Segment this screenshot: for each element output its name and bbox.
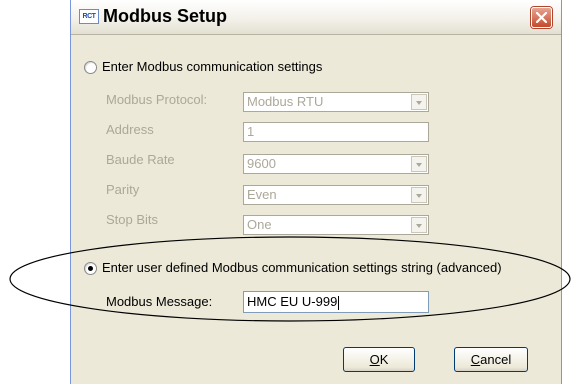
address-input[interactable]: 1	[243, 122, 429, 142]
stop-bits-value: One	[247, 217, 272, 232]
baud-rate-dropdown[interactable]: 9600	[243, 154, 429, 174]
ok-label-rest: K	[379, 352, 389, 367]
parity-value: Even	[247, 187, 277, 202]
address-value: 1	[247, 124, 255, 139]
protocol-value: Modbus RTU	[247, 94, 324, 109]
chevron-down-icon[interactable]	[411, 217, 427, 233]
close-button[interactable]	[531, 7, 552, 28]
parity-dropdown[interactable]: Even	[243, 185, 429, 205]
radio-standard-settings-label[interactable]: Enter Modbus communication settings	[102, 59, 322, 74]
baud-rate-label: Baude Rate	[106, 152, 175, 167]
rct-app-icon: RCT	[79, 9, 99, 24]
stop-bits-label: Stop Bits	[106, 212, 159, 227]
cancel-label-rest: ancel	[480, 352, 512, 367]
protocol-label: Modbus Protocol:	[106, 92, 208, 107]
title-bar[interactable]: RCT Modbus Setup	[71, 0, 561, 35]
ok-button[interactable]: OK	[343, 347, 415, 372]
cancel-mnemonic: C	[470, 352, 481, 367]
stop-bits-dropdown[interactable]: One	[243, 215, 429, 235]
chevron-down-icon[interactable]	[411, 187, 427, 203]
close-icon	[536, 12, 547, 23]
annotation-ellipse	[9, 236, 571, 322]
chevron-down-icon[interactable]	[411, 94, 427, 110]
radio-standard-settings[interactable]	[84, 61, 97, 74]
modbus-setup-dialog: RCT Modbus Setup Enter Modbus communicat…	[70, 0, 562, 384]
address-label: Address	[106, 122, 154, 137]
parity-label: Parity	[106, 182, 140, 197]
baud-rate-value: 9600	[247, 156, 276, 171]
cancel-button[interactable]: Cancel	[454, 347, 528, 372]
ok-mnemonic: O	[369, 352, 380, 367]
protocol-dropdown[interactable]: Modbus RTU	[243, 92, 429, 112]
chevron-down-icon[interactable]	[411, 156, 427, 172]
window-title: Modbus Setup	[103, 6, 227, 26]
